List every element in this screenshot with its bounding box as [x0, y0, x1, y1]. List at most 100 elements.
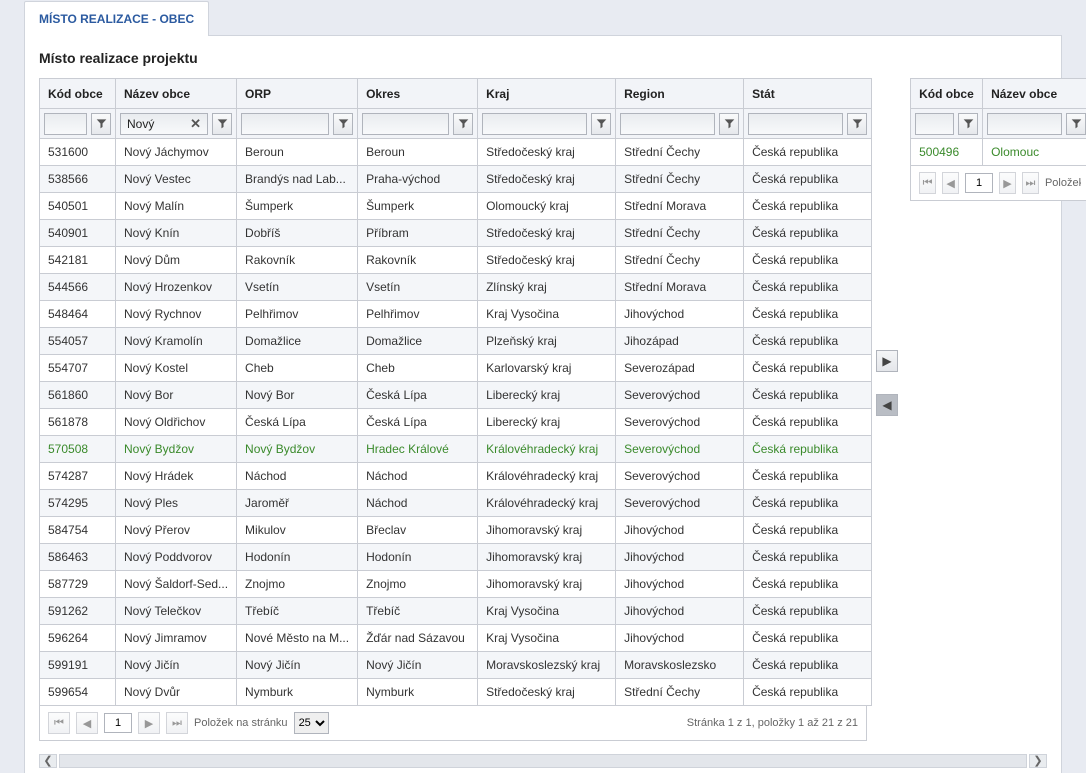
pager-last-button[interactable]: ⏭ [166, 712, 188, 734]
cell-nazev: Nový Hrádek [116, 463, 237, 490]
table-row[interactable]: 540501Nový MalínŠumperkŠumperkOlomoucký … [40, 193, 872, 220]
filter-input[interactable] [748, 113, 843, 135]
table-row[interactable]: 570508Nový BydžovNový BydžovHradec Králo… [40, 436, 872, 463]
cell-orp: Rakovník [237, 247, 358, 274]
pager-first-button[interactable]: ⏮ [48, 712, 70, 734]
cell-kod: 570508 [40, 436, 116, 463]
filter-input[interactable] [362, 113, 449, 135]
filter-input[interactable] [620, 113, 715, 135]
table-row[interactable]: 587729Nový Šaldorf-Sed...ZnojmoZnojmoJih… [40, 571, 872, 598]
filter-button[interactable] [333, 113, 353, 135]
clear-filter-icon[interactable]: ✕ [188, 116, 203, 132]
table-row[interactable]: 599654Nový DvůrNymburkNymburkStředočeský… [40, 679, 872, 706]
cell-orp: Nový Bydžov [237, 436, 358, 463]
cell-kraj: Kraj Vysočina [478, 598, 616, 625]
table-row[interactable]: 544566Nový HrozenkovVsetínVsetínZlínský … [40, 274, 872, 301]
col-region[interactable]: Region [616, 79, 744, 109]
pager-prev-button[interactable]: ◀ [76, 712, 98, 734]
filter-text-input[interactable] [367, 116, 444, 132]
tab-misto-realizace-obec[interactable]: MÍSTO REALIZACE - OBEC [24, 1, 209, 36]
filter-text-input[interactable] [246, 116, 324, 132]
filter-button[interactable] [591, 113, 611, 135]
table-row[interactable]: 574295Nový PlesJaroměřNáchodKrálovéhrade… [40, 490, 872, 517]
transfer-right-button[interactable]: ▶ [876, 350, 898, 372]
filter-text-input[interactable] [920, 116, 949, 132]
col-nazev-obce-right[interactable]: Název obce [983, 79, 1086, 109]
cell-kod: 599654 [40, 679, 116, 706]
table-row[interactable]: 591262Nový TelečkovTřebíčTřebíčKraj Vyso… [40, 598, 872, 625]
pager-first-button[interactable]: ⏮ [919, 172, 936, 194]
filter-input[interactable] [915, 113, 954, 135]
filter-input[interactable] [44, 113, 87, 135]
scroll-left-button[interactable]: ❮ [39, 754, 57, 768]
pager-prev-button[interactable]: ◀ [942, 172, 959, 194]
left-pager: ⏮ ◀ ▶ ⏭ Položek na stránku 25 Stránka 1 … [39, 706, 867, 741]
table-row[interactable]: 538566Nový VestecBrandýs nad Lab...Praha… [40, 166, 872, 193]
filter-text-input[interactable] [125, 116, 188, 132]
table-row[interactable]: 542181Nový DůmRakovníkRakovníkStředočesk… [40, 247, 872, 274]
table-row[interactable]: 586463Nový PoddvorovHodonínHodonínJihomo… [40, 544, 872, 571]
filter-input[interactable] [482, 113, 587, 135]
col-stat[interactable]: Stát [744, 79, 872, 109]
col-kod-obce[interactable]: Kód obce [40, 79, 116, 109]
filter-text-input[interactable] [487, 116, 582, 132]
transfer-left-button[interactable]: ◀ [876, 394, 898, 416]
filter-input[interactable]: ✕ [120, 113, 208, 135]
cell-region: Jihovýchod [616, 517, 744, 544]
cell-kod: 586463 [40, 544, 116, 571]
table-row[interactable]: 548464Nový RychnovPelhřimovPelhřimovKraj… [40, 301, 872, 328]
table-row[interactable]: 574287Nový HrádekNáchodNáchodKrálovéhrad… [40, 463, 872, 490]
col-orp[interactable]: ORP [237, 79, 358, 109]
filter-button[interactable] [958, 113, 978, 135]
table-row[interactable]: 561860Nový BorNový BorČeská LípaLibereck… [40, 382, 872, 409]
table-row[interactable]: 554707Nový KostelChebChebKarlovarský kra… [40, 355, 872, 382]
filter-button[interactable] [453, 113, 473, 135]
per-page-select[interactable]: 25 [294, 712, 329, 734]
col-kraj[interactable]: Kraj [478, 79, 616, 109]
table-row[interactable]: 584754Nový PřerovMikulovBřeclavJihomorav… [40, 517, 872, 544]
table-row[interactable]: 561878Nový OldřichovČeská LípaČeská Lípa… [40, 409, 872, 436]
filter-button[interactable] [212, 113, 232, 135]
filter-button[interactable] [1066, 113, 1086, 135]
scroll-right-button[interactable]: ❯ [1029, 754, 1047, 768]
col-nazev-obce[interactable]: Název obce [116, 79, 237, 109]
cell-kraj: Jihomoravský kraj [478, 544, 616, 571]
scroll-track[interactable] [59, 754, 1027, 768]
cell-nazev: Olomouc [983, 139, 1086, 166]
cell-orp: Nový Bor [237, 382, 358, 409]
table-row[interactable]: 540901Nový KnínDobříšPříbramStředočeský … [40, 220, 872, 247]
filter-input[interactable] [987, 113, 1062, 135]
table-row[interactable]: 500496Olomouc [911, 139, 1086, 166]
filter-button[interactable] [847, 113, 867, 135]
cell-orp: Šumperk [237, 193, 358, 220]
pager-next-button[interactable]: ▶ [999, 172, 1016, 194]
filter-input[interactable] [241, 113, 329, 135]
cell-region: Jihovýchod [616, 544, 744, 571]
pager-next-button[interactable]: ▶ [138, 712, 160, 734]
table-row[interactable]: 596264Nový JimramovNové Město na M...Žďá… [40, 625, 872, 652]
filter-text-input[interactable] [625, 116, 710, 132]
pager-page-input[interactable] [104, 713, 132, 733]
cell-orp: Domažlice [237, 328, 358, 355]
horizontal-scrollbar[interactable]: ❮ ❯ [39, 753, 1047, 769]
filter-text-input[interactable] [49, 116, 82, 132]
table-row[interactable]: 599191Nový JičínNový JičínNový JičínMora… [40, 652, 872, 679]
filter-text-input[interactable] [753, 116, 838, 132]
filter-button[interactable] [719, 113, 739, 135]
filter-button[interactable] [91, 113, 111, 135]
cell-stat: Česká republika [744, 544, 872, 571]
cell-orp: Mikulov [237, 517, 358, 544]
col-okres[interactable]: Okres [358, 79, 478, 109]
cell-okres: Vsetín [358, 274, 478, 301]
cell-nazev: Nový Bor [116, 382, 237, 409]
cell-orp: Nymburk [237, 679, 358, 706]
funnel-icon [96, 118, 107, 129]
cell-kod: 544566 [40, 274, 116, 301]
pager-last-button[interactable]: ⏭ [1022, 172, 1039, 194]
table-row[interactable]: 554057Nový KramolínDomažliceDomažlicePlz… [40, 328, 872, 355]
cell-okres: Třebíč [358, 598, 478, 625]
pager-page-input[interactable] [965, 173, 993, 193]
col-kod-obce-right[interactable]: Kód obce [911, 79, 983, 109]
table-row[interactable]: 531600Nový JáchymovBerounBerounStředočes… [40, 139, 872, 166]
filter-text-input[interactable] [992, 116, 1057, 132]
